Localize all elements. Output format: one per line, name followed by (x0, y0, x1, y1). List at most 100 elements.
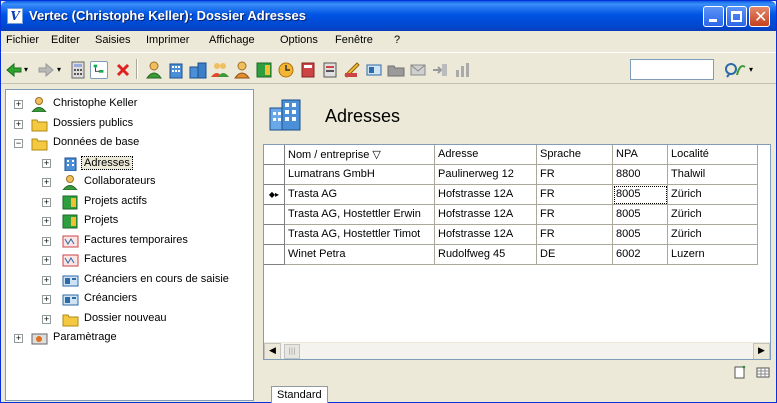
table-cell[interactable]: 8800 (613, 165, 668, 185)
tree-item[interactable]: + Collaborateurs (6, 174, 253, 192)
table-cell[interactable]: Hofstrasse 12A (435, 225, 537, 245)
table-cell[interactable]: Rudolfweg 45 (435, 245, 537, 265)
building-icon[interactable] (167, 61, 185, 79)
menu-help[interactable]: ? (394, 34, 400, 46)
table-cell[interactable]: Hofstrasse 12A (435, 185, 537, 205)
table-cell[interactable]: FR (537, 165, 613, 185)
tree-item[interactable]: + Factures temporaires (6, 233, 253, 251)
table-cell[interactable]: Trasta AG, Hostettler Erwin (285, 205, 435, 225)
import-gray-icon[interactable] (431, 61, 449, 79)
calculator-icon[interactable] (69, 61, 87, 79)
tree-item[interactable]: + Projets (6, 213, 253, 231)
table-cell[interactable]: FR (537, 205, 613, 225)
tree-view-icon[interactable] (90, 61, 108, 79)
table-cell[interactable]: DE (537, 245, 613, 265)
menu-fichier[interactable]: Fichier (6, 34, 39, 46)
menu-fenetre[interactable]: Fenêtre (335, 34, 373, 46)
tree-item[interactable]: + Créanciers (6, 291, 253, 309)
navigation-tree[interactable]: + Christophe Keller + Dossiers publics − Donn… (5, 89, 254, 401)
table-cell[interactable]: 8005 (613, 205, 668, 225)
tree-item[interactable]: + Créanciers en cours de saisie (6, 272, 253, 290)
chart-gray-icon[interactable] (453, 61, 471, 79)
scroll-thumb[interactable]: ||| (284, 344, 300, 359)
tab-standard[interactable]: Standard (271, 386, 328, 403)
table-view-icon[interactable] (755, 365, 771, 379)
tree-item[interactable]: + Adresses (6, 155, 253, 173)
column-header[interactable]: NPA (613, 145, 668, 165)
new-record-icon[interactable] (732, 365, 748, 379)
expand-icon[interactable]: + (42, 158, 51, 168)
horizontal-scrollbar[interactable]: ◀ ||| ▶ (264, 342, 770, 359)
table-cell[interactable]: Trasta AG (285, 185, 435, 205)
search-dropdown-icon[interactable]: ▾ (749, 65, 767, 83)
forward-arrow-icon[interactable] (37, 61, 55, 79)
row-selector[interactable] (264, 225, 285, 245)
back-arrow-icon[interactable] (5, 61, 23, 79)
table-cell[interactable]: Paulinerweg 12 (435, 165, 537, 185)
tree-item[interactable]: + Dossier nouveau (6, 311, 253, 329)
table-cell[interactable]: Zürich (668, 185, 758, 205)
table-cell[interactable]: 8005 (613, 185, 668, 205)
toolbar-search-input[interactable] (630, 59, 714, 80)
table-cell[interactable]: FR (537, 185, 613, 205)
minimize-button[interactable] (703, 6, 724, 27)
book-icon[interactable] (299, 61, 317, 79)
table-cell[interactable]: Trasta AG, Hostettler Timot (285, 225, 435, 245)
row-selector[interactable]: ◆▸ (264, 185, 285, 205)
tree-item[interactable]: + Dossiers publics (6, 116, 253, 134)
table-cell[interactable]: Zürich (668, 205, 758, 225)
expand-icon[interactable]: + (14, 119, 23, 129)
buildings-icon[interactable] (189, 61, 207, 79)
mail-gray-icon[interactable] (409, 61, 427, 79)
row-selector[interactable] (264, 165, 285, 185)
column-header[interactable]: Localité (668, 145, 758, 165)
menu-saisies[interactable]: Saisies (95, 34, 130, 46)
table-cell[interactable]: Winet Petra (285, 245, 435, 265)
expand-icon[interactable]: + (42, 314, 51, 324)
user-icon[interactable] (145, 61, 163, 79)
expand-icon[interactable]: + (42, 197, 51, 207)
expand-icon[interactable]: + (42, 178, 51, 187)
search-find-icon[interactable] (723, 61, 747, 79)
expand-icon[interactable]: + (14, 334, 23, 343)
row-selector[interactable] (264, 205, 285, 225)
delete-icon[interactable] (114, 61, 132, 79)
menu-editer[interactable]: Editer (51, 34, 80, 46)
document-icon[interactable] (321, 61, 339, 79)
expand-icon[interactable]: + (42, 236, 51, 246)
close-button[interactable]: ✕ (749, 6, 770, 27)
ledger-icon[interactable] (343, 61, 361, 79)
menu-imprimer[interactable]: Imprimer (146, 34, 189, 46)
expand-icon[interactable]: + (14, 100, 23, 109)
table-cell[interactable]: Zürich (668, 225, 758, 245)
table-cell[interactable]: Luzern (668, 245, 758, 265)
expand-icon[interactable]: + (42, 275, 51, 285)
table-cell[interactable]: Thalwil (668, 165, 758, 185)
title-bar[interactable]: V Vertec (Christophe Keller): Dossier Ad… (1, 1, 776, 31)
table-cell[interactable]: 6002 (613, 245, 668, 265)
person-icon[interactable] (233, 61, 251, 79)
collapse-icon[interactable]: − (14, 139, 23, 148)
tree-item[interactable]: + Christophe Keller (6, 96, 253, 114)
maximize-button[interactable] (726, 6, 747, 27)
table-cell[interactable]: Hofstrasse 12A (435, 205, 537, 225)
expand-icon[interactable]: + (42, 217, 51, 226)
row-selector[interactable] (264, 245, 285, 265)
tree-item[interactable]: + Factures (6, 252, 253, 270)
folder-gray-icon[interactable] (387, 61, 405, 79)
expand-icon[interactable]: + (42, 295, 51, 304)
creditor-icon[interactable] (365, 61, 383, 79)
table-cell[interactable]: Lumatrans GmbH (285, 165, 435, 185)
tree-item[interactable]: − Données de base (6, 135, 253, 153)
table-cell[interactable]: FR (537, 225, 613, 245)
column-header[interactable]: Sprache (537, 145, 613, 165)
expand-icon[interactable]: + (42, 256, 51, 265)
tree-item[interactable]: + Projets actifs (6, 194, 253, 212)
project-icon[interactable] (255, 61, 273, 79)
users-icon[interactable] (211, 61, 229, 79)
scroll-right-button[interactable]: ▶ (753, 343, 770, 359)
column-header[interactable]: Nom / entreprise ▽ (285, 145, 435, 165)
menu-affichage[interactable]: Affichage (209, 34, 255, 46)
column-header[interactable]: Adresse (435, 145, 537, 165)
clock-icon[interactable] (277, 61, 295, 79)
